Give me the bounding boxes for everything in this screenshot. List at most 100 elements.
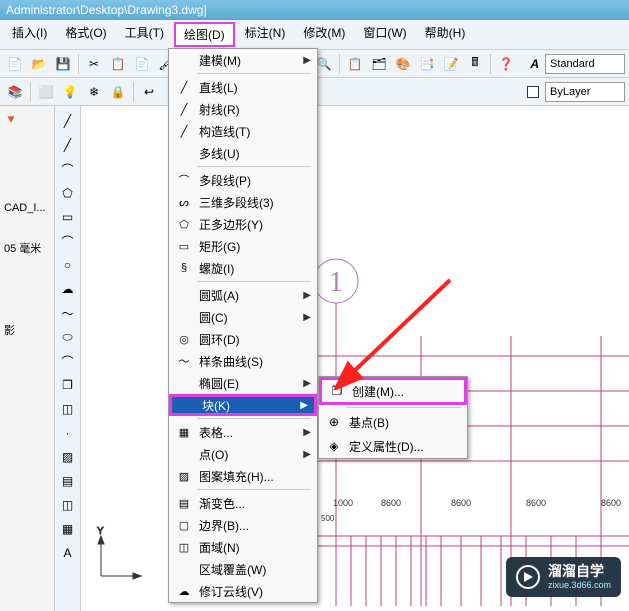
menu-item[interactable]: 多线(U) <box>169 142 317 164</box>
style-combo[interactable]: Standard <box>545 54 625 74</box>
submenu-item[interactable]: ◈定义属性(D)... <box>319 434 467 458</box>
menu-item-icon: ▤ <box>175 497 193 510</box>
revcloud-icon[interactable]: ☁ <box>57 278 79 300</box>
menu-item-icon: ╱ <box>175 81 193 94</box>
menu-item-label: 样条曲线(S) <box>199 353 311 370</box>
ellipse-icon[interactable]: ⬭ <box>57 326 79 348</box>
sheet-button[interactable]: 📑 <box>416 53 438 75</box>
menu-insert[interactable]: 插入(I) <box>4 22 55 47</box>
panel-item-cad[interactable]: CAD_I... <box>2 199 52 217</box>
menu-window[interactable]: 窗口(W) <box>355 22 414 47</box>
layer-state-button[interactable]: ⬜ <box>35 81 57 103</box>
copy-button[interactable]: 📋 <box>107 53 129 75</box>
open-button[interactable]: 📂 <box>28 53 50 75</box>
menu-format[interactable]: 格式(O) <box>57 22 114 47</box>
layer-off-button[interactable]: 💡 <box>59 81 81 103</box>
menu-item[interactable]: ╱射线(R) <box>169 98 317 120</box>
menu-item[interactable]: 圆弧(A)▶ <box>169 284 317 306</box>
submenu-arrow-icon: ▶ <box>303 312 311 323</box>
menu-item[interactable]: 〜样条曲线(S) <box>169 350 317 372</box>
layer-prop-button[interactable]: 📚 <box>4 81 26 103</box>
paste-button[interactable]: 📄 <box>131 53 153 75</box>
polygon-icon[interactable]: ⬠ <box>57 182 79 204</box>
make-block-icon[interactable]: ◫ <box>57 398 79 420</box>
menu-item-label: 直线(L) <box>199 79 311 96</box>
circle-icon[interactable]: ○ <box>57 254 79 276</box>
menu-item[interactable]: 块(K)▶ <box>169 394 317 416</box>
tool-palette-button[interactable]: 🎨 <box>392 53 414 75</box>
separator <box>78 54 79 74</box>
new-button[interactable]: 📄 <box>4 53 26 75</box>
layer-freeze-button[interactable]: ❄ <box>83 81 105 103</box>
menu-item-label: 射线(R) <box>199 101 311 118</box>
rectangle-icon[interactable]: ▭ <box>57 206 79 228</box>
menu-modify[interactable]: 修改(M) <box>295 22 353 47</box>
ellipse-arc-icon[interactable]: ⌒ <box>57 350 79 372</box>
submenu-item-icon: ⊕ <box>325 415 343 429</box>
hatch-icon[interactable]: ▨ <box>57 446 79 468</box>
submenu-item[interactable]: ❐创建(M)... <box>319 377 467 405</box>
menu-item[interactable]: ╱构造线(T) <box>169 120 317 142</box>
menu-item[interactable]: ◎圆环(D) <box>169 328 317 350</box>
menu-item[interactable]: ▦表格...▶ <box>169 421 317 443</box>
panel-item[interactable] <box>2 129 52 199</box>
menu-item-icon: ⬠ <box>175 218 193 231</box>
panel-item[interactable] <box>2 217 52 237</box>
menu-item-icon: ◫ <box>175 541 193 554</box>
markup-button[interactable]: 📝 <box>440 53 462 75</box>
menu-item[interactable]: §螺旋(I) <box>169 257 317 279</box>
menu-item[interactable]: 区域覆盖(W) <box>169 558 317 580</box>
mtext-icon[interactable]: A <box>57 542 79 564</box>
panel-item[interactable] <box>2 259 52 319</box>
calc-button[interactable]: 🖩 <box>464 53 486 75</box>
properties-button[interactable]: 📋 <box>344 53 366 75</box>
menu-item[interactable]: 点(O)▶ <box>169 443 317 465</box>
menu-item[interactable]: ☁修订云线(V) <box>169 580 317 602</box>
separator <box>339 54 340 74</box>
menu-item[interactable]: 建模(M)▶ <box>169 49 317 71</box>
insert-block-icon[interactable]: ❐ <box>57 374 79 396</box>
menu-item[interactable]: ⬠正多边形(Y) <box>169 213 317 235</box>
menu-draw[interactable]: 绘图(D) <box>174 22 235 47</box>
menu-item-icon: ▭ <box>175 240 193 253</box>
help-button[interactable]: ❓ <box>495 53 517 75</box>
menu-item[interactable]: ▭矩形(G) <box>169 235 317 257</box>
menu-item[interactable]: ▢边界(B)... <box>169 514 317 536</box>
menu-item-label: 构造线(T) <box>199 123 311 140</box>
table-icon[interactable]: ▦ <box>57 518 79 540</box>
menu-item[interactable]: ╱ 直线(L) <box>169 76 317 98</box>
save-button[interactable]: 💾 <box>52 53 74 75</box>
layer-color-combo[interactable]: ByLayer <box>545 82 625 102</box>
menu-item[interactable]: ⌒多段线(P) <box>169 169 317 191</box>
menu-item[interactable]: ▨图案填充(H)... <box>169 465 317 487</box>
xline-icon[interactable]: ╱ <box>57 134 79 156</box>
menu-tools[interactable]: 工具(T) <box>117 22 172 47</box>
menu-item[interactable]: ▤渐变色... <box>169 492 317 514</box>
menu-item[interactable]: 圆(C)▶ <box>169 306 317 328</box>
cut-button[interactable]: ✂ <box>83 53 105 75</box>
region-icon[interactable]: ◫ <box>57 494 79 516</box>
line-icon[interactable]: ╱ <box>57 110 79 132</box>
arc-icon[interactable]: ⌒ <box>57 230 79 252</box>
layer-lock-button[interactable]: 🔒 <box>107 81 129 103</box>
drawing-svg: 1 1000 8600 8600 8600 8600 500 <box>81 106 629 611</box>
point-icon[interactable]: · <box>57 422 79 444</box>
spline-icon[interactable]: 〜 <box>57 302 79 324</box>
menu-help[interactable]: 帮助(H) <box>417 22 474 47</box>
panel-item-mm[interactable]: 05 毫米 <box>2 237 52 259</box>
menu-item-label: 椭圆(E) <box>199 375 303 392</box>
design-center-button[interactable]: 🗂 <box>368 53 390 75</box>
drawing-canvas[interactable]: 1 1000 8600 8600 8600 8600 500 <box>81 106 629 611</box>
menu-item[interactable]: ᔕ三维多段线(3) <box>169 191 317 213</box>
layer-prev-button[interactable]: ↩ <box>138 81 160 103</box>
menu-item-icon: § <box>175 262 193 274</box>
gradient-icon[interactable]: ▤ <box>57 470 79 492</box>
menu-item[interactable]: 椭圆(E)▶ <box>169 372 317 394</box>
panel-item-shadow[interactable]: 影 <box>2 319 52 341</box>
text-style-icon: A <box>530 57 539 71</box>
menu-item[interactable]: ◫面域(N) <box>169 536 317 558</box>
submenu-item[interactable]: ⊕基点(B) <box>319 410 467 434</box>
menu-dimension[interactable]: 标注(N) <box>237 22 294 47</box>
panel-funnel-icon[interactable]: 🔻 <box>2 110 52 129</box>
polyline-icon[interactable]: ⌒ <box>57 158 79 180</box>
